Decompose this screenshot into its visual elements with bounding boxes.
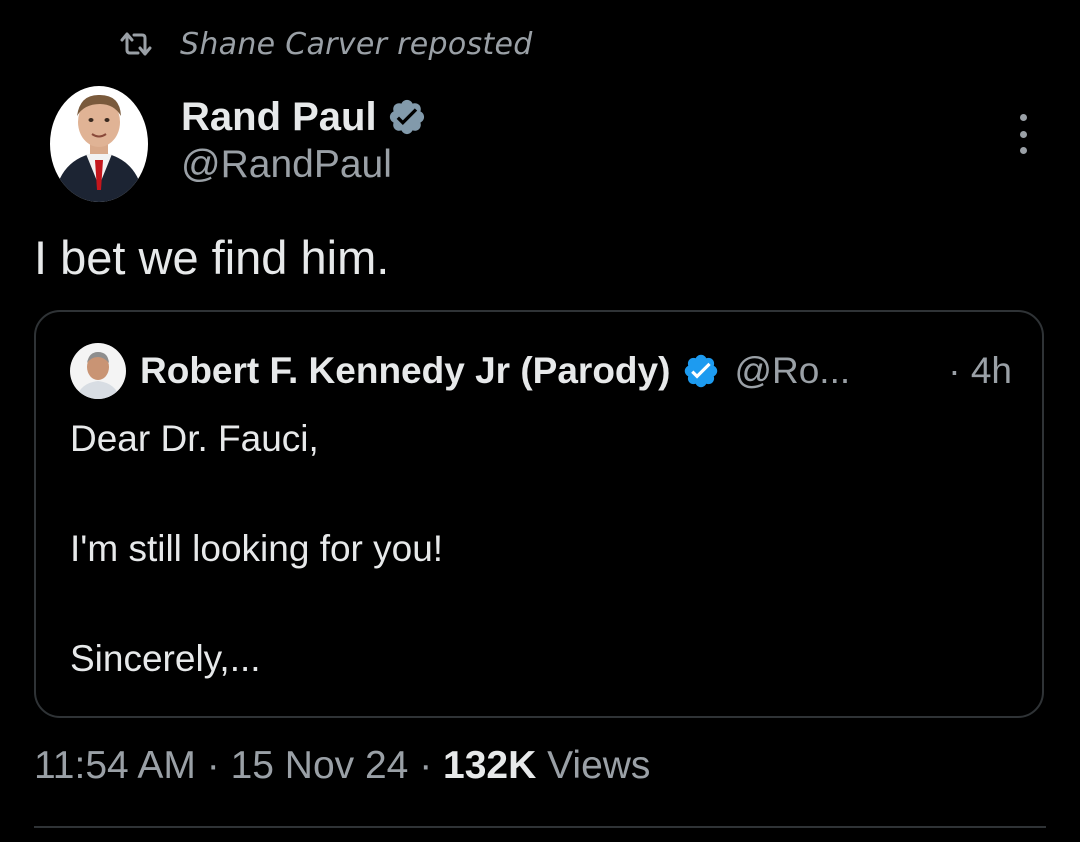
quoted-author-avatar[interactable] bbox=[70, 343, 126, 399]
more-options-button[interactable] bbox=[1008, 114, 1038, 154]
quoted-tweet-card[interactable]: Robert F. Kennedy Jr (Parody) @Ro... · 4… bbox=[34, 310, 1044, 718]
quoted-tweet-header: Robert F. Kennedy Jr (Parody) @Ro... · 4… bbox=[70, 342, 1012, 400]
tweet-text: I bet we find him. bbox=[34, 231, 390, 284]
author-handle[interactable]: @RandPaul bbox=[181, 143, 392, 187]
quoted-tweet-line: Dear Dr. Fauci, bbox=[70, 418, 319, 459]
quoted-author-name[interactable]: Robert F. Kennedy Jr (Parody) bbox=[140, 350, 670, 392]
more-vertical-icon-dot bbox=[1019, 114, 1027, 121]
repost-indicator[interactable]: Shane Carver reposted bbox=[118, 22, 533, 66]
quoted-avatar-image bbox=[70, 343, 126, 399]
verified-blue-badge-icon bbox=[685, 354, 718, 388]
views-label[interactable]: Views bbox=[536, 744, 650, 787]
quoted-tweet-line: I'm still looking for you! bbox=[70, 528, 444, 569]
tweet-meta: 11:54 AM · 15 Nov 24 · 132K Views bbox=[34, 744, 650, 788]
tweet-date[interactable]: 15 Nov 24 bbox=[231, 744, 409, 787]
quoted-author-handle[interactable]: @Ro... bbox=[734, 350, 850, 392]
author-name[interactable]: Rand Paul bbox=[181, 95, 377, 140]
verified-gray-badge-icon bbox=[389, 99, 424, 135]
more-vertical-icon-dot bbox=[1019, 147, 1027, 154]
avatar-image bbox=[50, 86, 148, 202]
author-avatar[interactable] bbox=[50, 86, 148, 202]
author-name-row[interactable]: Rand Paul bbox=[181, 94, 427, 140]
quoted-tweet-time[interactable]: · 4h bbox=[948, 350, 1012, 392]
quoted-tweet-line: Sincerely,... bbox=[70, 638, 261, 679]
divider bbox=[34, 826, 1046, 828]
meta-separator: · bbox=[408, 744, 444, 787]
meta-separator: · bbox=[195, 744, 231, 787]
tweet-time[interactable]: 11:54 AM bbox=[34, 744, 196, 787]
views-count[interactable]: 132K bbox=[443, 744, 536, 787]
repost-text: Shane Carver reposted bbox=[180, 26, 533, 62]
more-vertical-icon-dot bbox=[1019, 130, 1027, 138]
repost-icon bbox=[120, 32, 152, 56]
